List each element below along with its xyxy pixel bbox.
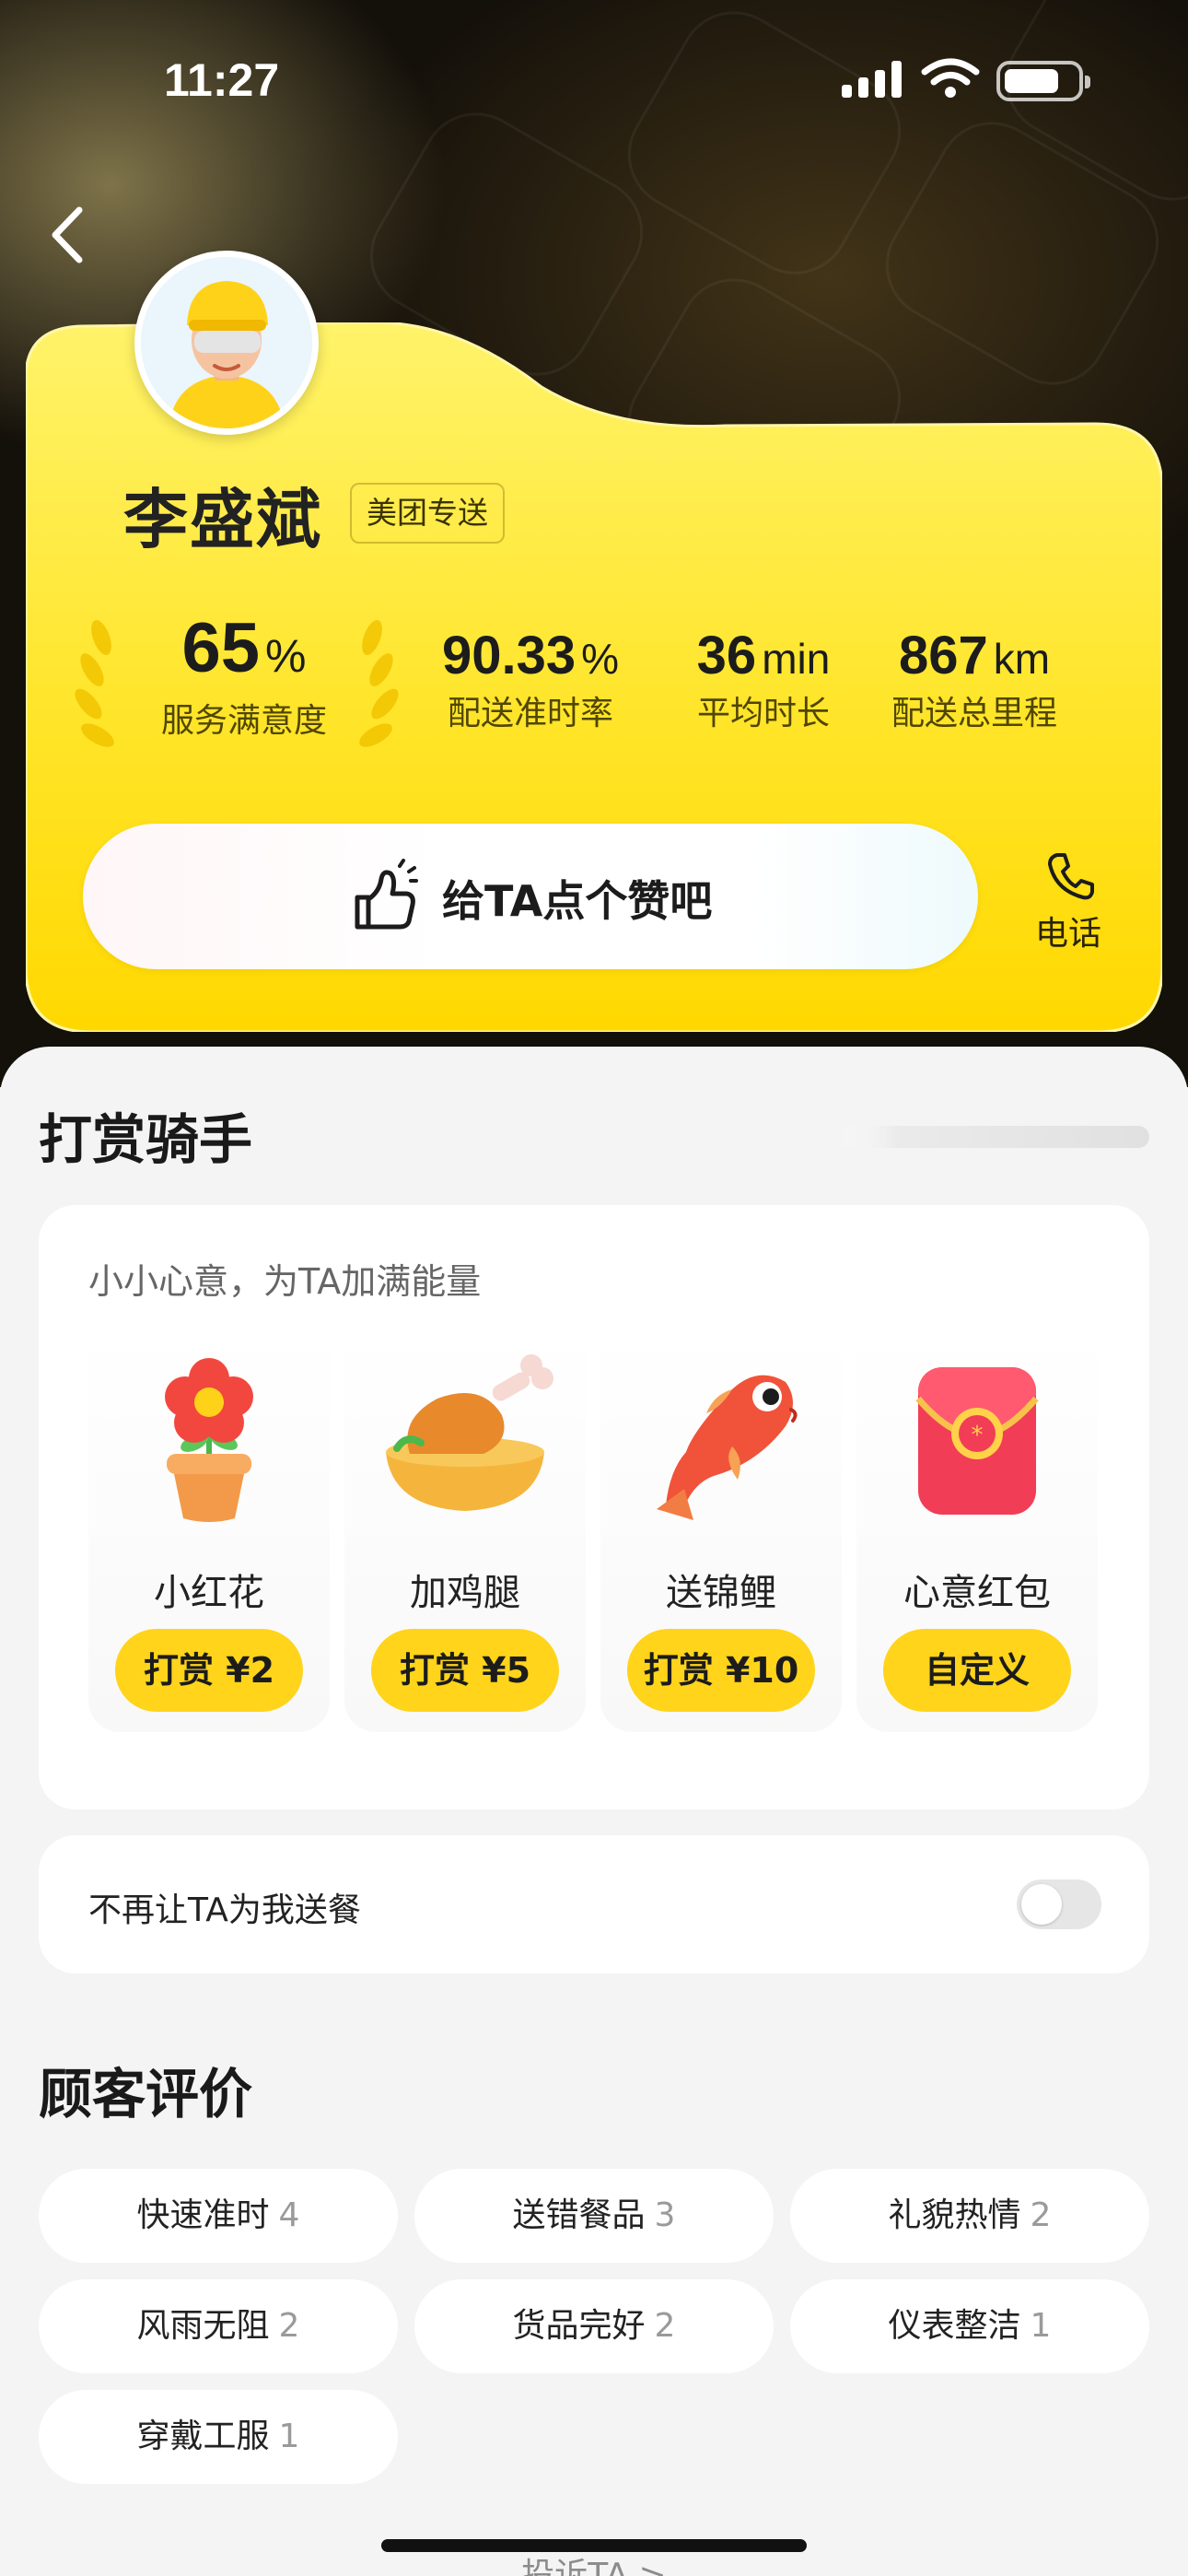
chicken-leg-icon (386, 1354, 553, 1511)
stat-label: 配送总里程 (891, 695, 1057, 732)
review-tag-count: 1 (278, 2418, 300, 2455)
stat-value: 90.33 (441, 626, 577, 685)
stat-value: 36 (696, 626, 757, 685)
review-tag[interactable]: 快速准时 4 (39, 2169, 398, 2263)
decorative-streak (836, 1126, 1149, 1148)
phone-icon[interactable] (1046, 851, 1096, 901)
gift-item-red-envelope[interactable]: * 心意红包 自定义 (856, 1327, 1098, 1732)
home-indicator (381, 2539, 807, 2552)
battery-icon (996, 61, 1090, 101)
service-badge: 美团专送 (350, 483, 505, 544)
laurel-left-icon (75, 619, 114, 747)
svg-text:*: * (972, 1422, 984, 1449)
review-tag[interactable]: 仪表整洁 1 (790, 2279, 1149, 2373)
custom-tip-button[interactable]: 自定义 (883, 1629, 1071, 1712)
review-tag-count: 1 (1030, 2307, 1052, 2345)
stat-value: 867 (898, 626, 988, 685)
wifi-icon (921, 58, 980, 98)
review-tag-label: 仪表整洁 (888, 2307, 1021, 2345)
gift-item-koi[interactable]: 送锦鲤 打赏 ¥10 (600, 1327, 842, 1732)
like-label: 给TA点个赞吧 (442, 876, 713, 926)
stat-unit: % (581, 635, 620, 683)
complaint-link[interactable]: 投诉TA > (0, 2548, 1188, 2576)
status-time: 11:27 (164, 54, 280, 106)
review-tag-label: 风雨无阻 (136, 2307, 270, 2345)
review-tag[interactable]: 礼貌热情 2 (790, 2169, 1149, 2263)
review-tag-label: 送错餐品 (512, 2196, 646, 2234)
review-tag-count: 4 (278, 2196, 300, 2234)
tip-section-title: 打赏骑手 (39, 1108, 253, 1171)
gift-item-chicken-leg[interactable]: 加鸡腿 打赏 ¥5 (344, 1327, 586, 1732)
laurel-right-icon (359, 619, 399, 747)
stat-unit: % (265, 630, 307, 682)
stat-total-distance: 867 km 配送总里程 (882, 608, 1066, 734)
chevron-left-icon[interactable] (44, 203, 90, 267)
gift-name: 小红花 (154, 1572, 264, 1614)
stat-value: 65 (181, 609, 261, 687)
block-rider-card: 不再让TA为我送餐 (39, 1835, 1149, 1973)
like-button[interactable]: 给TA点个赞吧 (83, 824, 978, 969)
stat-label: 配送准时率 (447, 695, 613, 732)
review-tag-label: 货品完好 (512, 2307, 646, 2345)
gift-name: 心意红包 (903, 1572, 1051, 1614)
rider-name: 李盛斌 (123, 482, 322, 557)
stat-unit: km (993, 635, 1051, 683)
tip-10-button[interactable]: 打赏 ¥10 (627, 1629, 815, 1712)
stat-label: 平均时长 (696, 695, 830, 732)
thumbs-up-icon (355, 859, 418, 930)
phone-label[interactable]: 电话 (1035, 907, 1101, 954)
review-tag-label: 快速准时 (136, 2196, 270, 2234)
review-tag[interactable]: 送错餐品 3 (414, 2169, 774, 2263)
toggle-knob (1021, 1884, 1062, 1925)
stat-unit: min (762, 635, 831, 683)
tip-2-button[interactable]: 打赏 ¥2 (115, 1629, 303, 1712)
gift-item-flower[interactable]: 小红花 打赏 ¥2 (88, 1327, 330, 1732)
block-rider-label: 不再让TA为我送餐 (88, 1891, 361, 1929)
tip-card: 小小心意，为TA加满能量 小红花 打赏 ¥2 加鸡腿 打赏 ¥5 送锦鲤 打赏 … (39, 1205, 1149, 1809)
stat-label: 服务满意度 (160, 702, 327, 740)
red-envelope-icon: * (915, 1367, 1039, 1515)
stat-satisfaction: 65% 服务满意度 (147, 608, 341, 742)
tip-subtitle: 小小心意，为TA加满能量 (88, 1261, 482, 1302)
stat-average-time: 36 min 平均时长 (676, 608, 851, 734)
block-rider-toggle[interactable] (1017, 1879, 1101, 1929)
review-tag[interactable]: 穿戴工服 1 (39, 2390, 398, 2484)
rider-avatar (134, 251, 319, 435)
gift-name: 送锦鲤 (666, 1572, 776, 1614)
review-tag-count: 3 (654, 2196, 676, 2234)
reviews-section-title: 顾客评价 (39, 2063, 253, 2125)
koi-fish-icon (657, 1375, 798, 1520)
review-tag-count: 2 (654, 2307, 676, 2345)
review-tag-count: 2 (278, 2307, 300, 2345)
gift-name: 加鸡腿 (410, 1572, 520, 1614)
flower-icon (165, 1358, 253, 1522)
review-tag[interactable]: 风雨无阻 2 (39, 2279, 398, 2373)
stat-on-time-rate: 90.33% 配送准时率 (424, 608, 637, 734)
review-tag-count: 2 (1030, 2196, 1052, 2234)
review-tag[interactable]: 货品完好 2 (414, 2279, 774, 2373)
review-tag-label: 穿戴工服 (136, 2418, 270, 2455)
tip-5-button[interactable]: 打赏 ¥5 (371, 1629, 559, 1712)
review-tag-label: 礼貌热情 (888, 2196, 1021, 2234)
signal-icon (842, 61, 903, 98)
